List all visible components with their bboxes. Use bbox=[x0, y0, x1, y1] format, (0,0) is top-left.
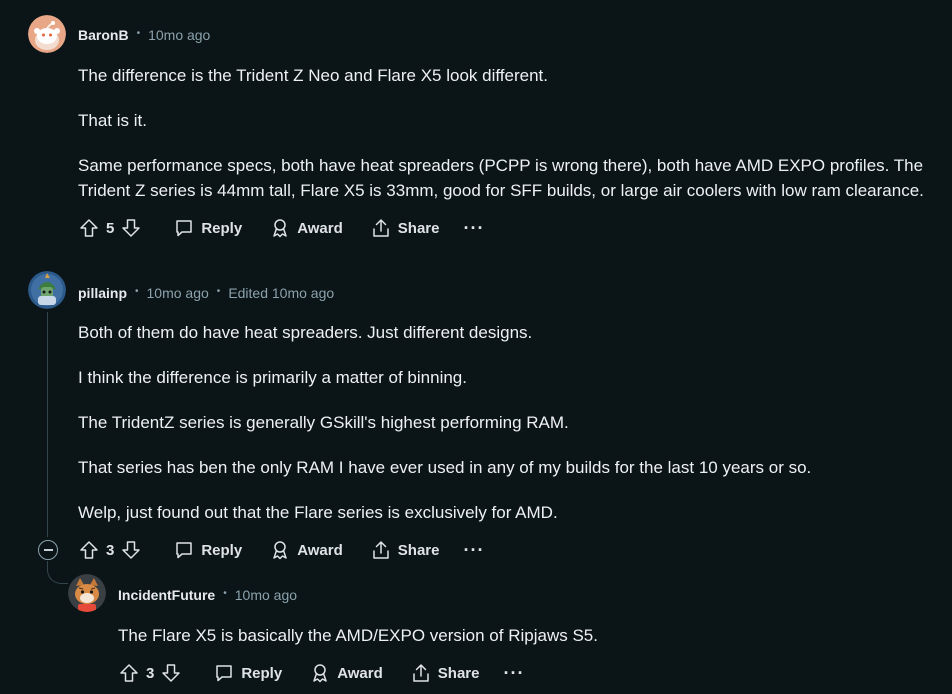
comment-meta: IncidentFuture • 10mo ago bbox=[118, 586, 297, 604]
comment-paragraph: That is it. bbox=[78, 111, 147, 130]
vote-group: 3 bbox=[78, 539, 152, 561]
award-button[interactable]: Award bbox=[264, 214, 349, 242]
separator-dot: • bbox=[135, 286, 139, 297]
author-name[interactable]: IncidentFuture bbox=[118, 586, 215, 604]
vote-group: 3 bbox=[118, 662, 192, 684]
share-icon bbox=[373, 541, 389, 559]
comment-bubble-icon bbox=[176, 220, 193, 237]
award-label: Award bbox=[337, 664, 383, 682]
separator-dot: • bbox=[136, 28, 141, 39]
timestamp[interactable]: 10mo ago bbox=[235, 586, 297, 604]
comment-paragraph: The Flare X5 is basically the AMD/EXPO v… bbox=[118, 626, 598, 645]
comment-paragraph: Same performance specs, both have heat s… bbox=[78, 156, 924, 200]
award-icon bbox=[273, 219, 287, 238]
vote-count: 3 bbox=[106, 541, 115, 559]
comment-meta: BaronB • 10mo ago bbox=[78, 26, 210, 44]
comment-meta: pillainp • 10mo ago • Edited 10mo ago bbox=[78, 284, 334, 302]
reply-button[interactable]: Reply bbox=[168, 536, 248, 564]
comment-paragraph: The difference is the Trident Z Neo and … bbox=[78, 66, 548, 85]
award-icon bbox=[273, 541, 287, 560]
award-button[interactable]: Award bbox=[264, 536, 349, 564]
share-label: Share bbox=[437, 664, 480, 682]
comment-bubble-icon bbox=[216, 665, 233, 682]
separator-dot: • bbox=[216, 286, 221, 297]
collapse-icon bbox=[43, 549, 53, 551]
upvote-icon[interactable] bbox=[78, 539, 100, 561]
thread-line[interactable] bbox=[47, 312, 48, 537]
comment-actions: 5 Reply Award Share ··· bbox=[78, 212, 484, 244]
downvote-icon[interactable] bbox=[120, 539, 142, 561]
reply-button[interactable]: Reply bbox=[208, 659, 288, 687]
separator-dot: • bbox=[223, 588, 227, 599]
collapse-thread-button[interactable] bbox=[38, 540, 58, 560]
reply-label: Reply bbox=[241, 664, 283, 682]
downvote-icon[interactable] bbox=[120, 217, 142, 239]
comment-paragraph: I think the difference is primarily a ma… bbox=[78, 368, 467, 387]
vote-count: 5 bbox=[106, 219, 115, 237]
reply-label: Reply bbox=[201, 541, 243, 559]
more-options-button[interactable]: ··· bbox=[463, 540, 484, 561]
timestamp[interactable]: 10mo ago bbox=[148, 26, 210, 44]
downvote-icon[interactable] bbox=[160, 662, 182, 684]
award-label: Award bbox=[297, 219, 343, 237]
upvote-icon[interactable] bbox=[118, 662, 140, 684]
comment-paragraph: The TridentZ series is generally GSkill'… bbox=[78, 413, 569, 432]
comment-actions: 3 Reply Award Share ··· bbox=[78, 534, 484, 566]
share-label: Share bbox=[397, 219, 440, 237]
award-label: Award bbox=[297, 541, 343, 559]
avatar-pillainp[interactable] bbox=[28, 271, 66, 309]
share-button[interactable]: Share bbox=[405, 659, 486, 687]
share-label: Share bbox=[397, 541, 440, 559]
comment-actions: 3 Reply Award Share ··· bbox=[118, 657, 524, 689]
upvote-icon[interactable] bbox=[78, 217, 100, 239]
edited-label: Edited 10mo ago bbox=[228, 285, 335, 301]
comment-body: The difference is the Trident Z Neo and … bbox=[78, 63, 942, 223]
reply-label: Reply bbox=[201, 219, 243, 237]
share-button[interactable]: Share bbox=[365, 536, 446, 564]
comment-paragraph: Welp, just found out that the Flare seri… bbox=[78, 503, 558, 522]
share-icon bbox=[413, 664, 429, 682]
reply-button[interactable]: Reply bbox=[168, 214, 248, 242]
author-name[interactable]: BaronB bbox=[78, 26, 129, 44]
vote-count: 3 bbox=[146, 664, 155, 682]
vote-group: 5 bbox=[78, 217, 152, 239]
share-button[interactable]: Share bbox=[365, 214, 446, 242]
share-icon bbox=[373, 219, 389, 237]
comment-paragraph: Both of them do have heat spreaders. Jus… bbox=[78, 323, 533, 342]
comment-body: Both of them do have heat spreaders. Jus… bbox=[78, 320, 942, 545]
avatar-incidentfuture[interactable] bbox=[68, 574, 106, 612]
comment-thread: BaronB • 10mo ago The difference is the … bbox=[0, 0, 952, 694]
avatar-baronb[interactable] bbox=[28, 15, 66, 53]
more-options-button[interactable]: ··· bbox=[463, 218, 484, 239]
award-button[interactable]: Award bbox=[304, 659, 389, 687]
timestamp[interactable]: 10mo ago bbox=[147, 284, 209, 302]
author-name[interactable]: pillainp bbox=[78, 284, 127, 302]
comment-bubble-icon bbox=[176, 542, 193, 559]
comment-paragraph: That series has ben the only RAM I have … bbox=[78, 458, 812, 477]
more-options-button[interactable]: ··· bbox=[503, 663, 524, 684]
award-icon bbox=[313, 664, 327, 683]
reply-connector-line bbox=[47, 561, 68, 584]
